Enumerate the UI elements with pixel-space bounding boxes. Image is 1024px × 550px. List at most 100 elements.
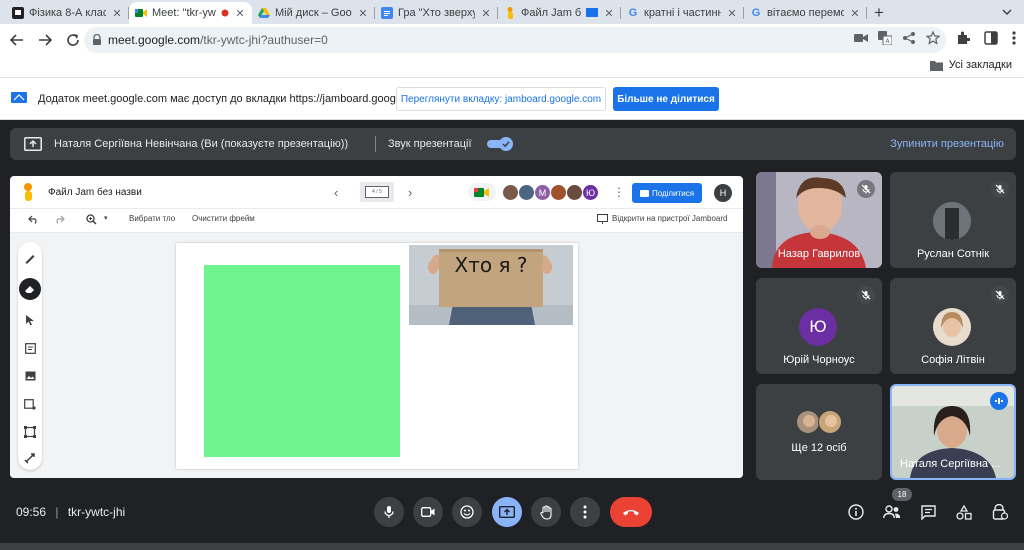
tab-label: Файл Jam без назви (521, 7, 581, 19)
chat-button[interactable] (918, 502, 938, 522)
jamboard-frame[interactable]: Хто я ? (176, 243, 578, 469)
next-frame-button[interactable]: › (408, 185, 412, 200)
close-icon[interactable]: ✕ (111, 7, 123, 20)
address-bar[interactable]: meet.google.com/tkr-ywtc-jhi?authuser=0 … (84, 27, 946, 53)
separator: | (55, 505, 59, 519)
shape-icon[interactable] (22, 396, 38, 412)
close-icon[interactable]: ✕ (726, 7, 738, 20)
participant-tile[interactable]: Софія Літвін (890, 278, 1016, 374)
translate-icon[interactable]: A (878, 31, 892, 45)
zoom-dropdown-icon[interactable]: ▾ (104, 214, 108, 222)
close-icon[interactable]: ✕ (480, 7, 492, 20)
google-favicon-icon: G (628, 7, 638, 19)
close-icon[interactable]: ✕ (849, 7, 861, 20)
participant-avatar (933, 202, 971, 240)
green-shape[interactable] (204, 265, 400, 457)
participant-avatar (796, 410, 820, 434)
tab-search-winners[interactable]: G вітаємо переможців ✕ (744, 2, 867, 24)
close-icon[interactable]: ✕ (603, 7, 615, 20)
account-avatar[interactable]: Н (714, 184, 732, 202)
extensions-icon[interactable] (956, 31, 970, 45)
bookmark-star-icon[interactable] (926, 31, 940, 45)
redo-icon[interactable] (54, 215, 65, 224)
who-am-i-image[interactable]: Хто я ? (409, 245, 573, 325)
reload-icon[interactable] (60, 27, 86, 53)
camera-in-use-icon[interactable] (854, 31, 868, 45)
collaborator-avatar: Ю (582, 184, 599, 201)
clear-frame-button[interactable]: Очистити фрейм (192, 214, 255, 223)
activities-button[interactable] (954, 502, 974, 522)
tab-meet[interactable]: Meet: "tkr-ywtc-jhi" ✕ (129, 2, 252, 24)
meet-call-icon[interactable] (468, 183, 496, 201)
meet-favicon-icon (135, 7, 147, 19)
tab-search-chevron-icon[interactable] (998, 3, 1016, 21)
site-info-icon[interactable] (92, 34, 102, 46)
tab-drive[interactable]: Мій диск – Google ✕ (252, 2, 375, 24)
stop-sharing-button[interactable]: Більше не ділитися (613, 87, 719, 111)
info-icon (848, 504, 864, 520)
divider (375, 136, 376, 152)
participant-tile[interactable]: Назар Гаврилов (756, 172, 882, 268)
raise-hand-button[interactable] (531, 497, 561, 527)
tab-game[interactable]: Гра "Хто зверху?" ✕ (375, 2, 498, 24)
participant-tile-self[interactable]: Наталя Сергіївна ... (890, 384, 1016, 480)
laser-icon[interactable] (22, 450, 38, 466)
share-icon[interactable] (902, 31, 916, 45)
side-panel-icon[interactable] (984, 31, 998, 45)
stop-presenting-button[interactable]: Зупинити презентацію (890, 138, 1004, 150)
screen-share-tab-icon (586, 8, 598, 18)
tab-physics[interactable]: Фізика 8-А клас ✕ (6, 2, 129, 24)
choose-background-button[interactable]: Вибрати тло (129, 214, 175, 223)
recording-dot-icon (221, 9, 229, 17)
share-message: Додаток meet.google.com має доступ до вк… (38, 93, 429, 105)
all-bookmarks-button[interactable]: Усі закладки (929, 59, 1012, 71)
jamboard-title[interactable]: Файл Jam без назви (48, 187, 142, 198)
mic-off-icon (857, 180, 875, 198)
close-icon[interactable]: ✕ (357, 7, 369, 20)
back-arrow-icon[interactable] (4, 27, 30, 53)
people-button[interactable] (882, 502, 902, 522)
menu-kebab-icon[interactable] (1012, 31, 1016, 45)
microphone-button[interactable] (374, 497, 404, 527)
undo-icon[interactable] (28, 215, 39, 224)
forward-arrow-icon[interactable] (32, 27, 58, 53)
prev-frame-button[interactable]: ‹ (334, 185, 338, 200)
text-box-icon[interactable] (22, 424, 38, 440)
tab-label: Мій диск – Google (275, 7, 352, 19)
close-icon[interactable]: ✕ (234, 7, 246, 20)
new-tab-button[interactable]: + (867, 2, 891, 24)
select-pointer-icon[interactable] (22, 312, 38, 328)
more-options-icon[interactable]: ⋮ (613, 185, 625, 199)
participant-tile[interactable]: Руслан Сотнік (890, 172, 1016, 268)
participant-avatar: Ю (799, 308, 837, 346)
camera-icon (421, 507, 435, 517)
camera-button[interactable] (413, 497, 443, 527)
docs-favicon-icon (381, 7, 393, 19)
more-options-button[interactable] (570, 497, 600, 527)
sticky-note-icon[interactable] (22, 340, 38, 356)
image-icon[interactable] (22, 368, 38, 384)
phone-hangup-icon (622, 508, 640, 516)
jamboard-share-button[interactable]: Поділитися (632, 183, 702, 203)
meeting-details-button[interactable] (846, 502, 866, 522)
zoom-icon[interactable] (86, 214, 97, 225)
participant-tile[interactable]: Ю Юрій Чорноус (756, 278, 882, 374)
open-on-jamboard-device[interactable]: Відкрити на пристрої Jamboard (612, 214, 727, 223)
check-icon (502, 140, 510, 148)
present-now-button[interactable] (492, 497, 522, 527)
pen-icon[interactable] (22, 250, 38, 266)
collaborator-avatar: М (534, 184, 551, 201)
presentation-sound-toggle[interactable] (487, 137, 515, 151)
leave-call-button[interactable] (610, 497, 652, 527)
reactions-button[interactable] (452, 497, 482, 527)
view-tab-button[interactable]: Переглянути вкладку: jamboard.google.com (396, 87, 606, 111)
tab-label: кратні і частинні (644, 7, 721, 19)
tab-jamboard[interactable]: Файл Jam без назви ✕ (498, 2, 621, 24)
tab-label: вітаємо переможців (767, 7, 844, 19)
tab-search-multiples[interactable]: G кратні і частинні ✕ (621, 2, 744, 24)
drive-favicon-icon (258, 7, 270, 19)
more-participants-tile[interactable]: Ще 12 осіб (756, 384, 882, 480)
frame-bar-button[interactable]: 4 / 5 (360, 182, 394, 202)
host-controls-button[interactable] (990, 502, 1010, 522)
eraser-icon[interactable] (19, 278, 41, 300)
